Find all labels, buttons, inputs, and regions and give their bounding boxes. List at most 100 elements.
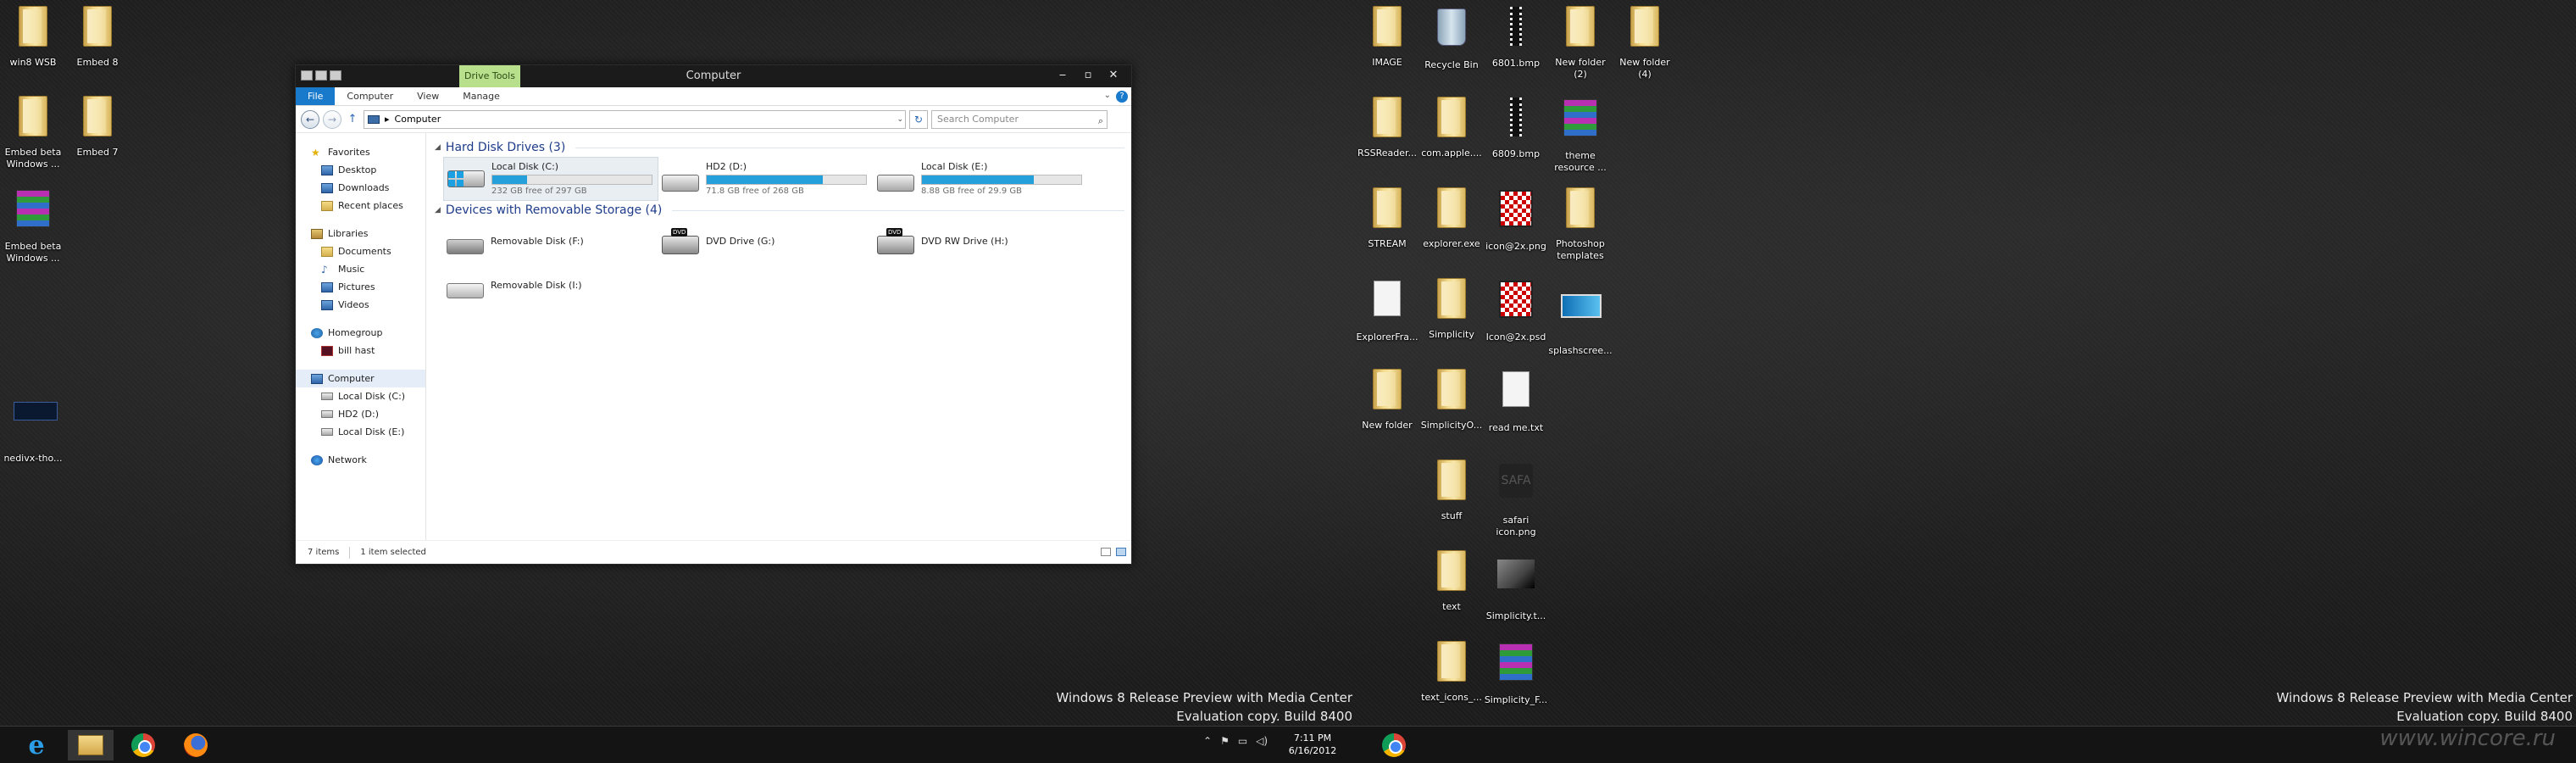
internet-explorer-taskbar-button[interactable]: e [14,730,59,760]
back-button[interactable]: ← [301,109,319,129]
address-dropdown-icon[interactable]: ⌄ [897,115,903,124]
desktop-icon-item[interactable]: Photoshop templates [1547,185,1613,262]
thumb-icon [1561,294,1602,340]
help-icon[interactable]: ? [1116,91,1128,103]
desktop-icon-item[interactable]: text [1418,548,1485,613]
nav-favorites[interactable]: ★ Favorites [296,143,425,161]
folder-icon [1432,459,1471,505]
close-button[interactable]: ✕ [1101,67,1126,84]
desktop-icon-item[interactable]: 6801.bmp [1483,3,1549,70]
desktop-icon-item[interactable]: text_icons_... [1418,638,1485,704]
tab-view[interactable]: View [405,87,451,105]
refresh-button[interactable]: ↻ [909,109,928,129]
expand-ribbon-icon[interactable]: ⌄ [1104,91,1111,103]
nav-network[interactable]: Network [296,451,425,469]
minimize-button[interactable]: ‒ [1050,67,1075,84]
desktop-icon-item[interactable]: stuff [1418,457,1485,522]
removable-group-header[interactable]: ◢ Devices with Removable Storage (4) [435,201,1124,220]
nav-downloads[interactable]: Downloads [296,179,425,197]
desktop-icon-item[interactable]: New folder (4) [1612,3,1678,81]
desktop-icon-item[interactable]: IMAGE [1354,3,1420,69]
forward-button[interactable]: → [323,109,341,129]
file-explorer-taskbar-button[interactable] [68,730,114,760]
nav-recent-places[interactable]: Recent places [296,197,425,214]
nav-pictures[interactable]: Pictures [296,278,425,296]
taskbar: e ⌃ ⚑ ▭ ◁) 7:11 PM 6/16/2012 www.wincore… [0,726,2576,763]
desktop-icon-item[interactable]: Simplicity.t... [1483,548,1549,622]
desktop-icon-item[interactable]: Embed beta Windows ... [0,185,66,265]
desktop-icon-item[interactable]: win8 WSB [0,3,66,69]
nav-videos[interactable]: Videos [296,296,425,314]
nav-homegroup[interactable]: Homegroup [296,324,425,342]
desktop-icon-item[interactable]: Embed beta Windows ... [0,93,66,170]
network-tray-icon[interactable]: ▭ [1238,735,1247,747]
maximize-button[interactable]: ▫ [1075,67,1101,84]
tab-file[interactable]: File [296,87,336,105]
nav-bill-hast[interactable]: bill hast [296,342,425,359]
collapse-arrow-icon[interactable]: ◢ [435,206,441,214]
drive-tile[interactable]: Local Disk (C:) 232 GB free of 297 GB [443,157,658,201]
desktop-icon-item[interactable]: New folder [1354,366,1420,432]
desktop-icon-item[interactable]: Embed 8 [64,3,130,69]
chrome-second-monitor-taskbar-button[interactable] [1371,730,1417,760]
removable-device-tile[interactable]: Removable Disk (F:) [443,220,658,264]
folder-icon [14,96,53,142]
desktop-icon-item[interactable]: Recycle Bin [1418,3,1485,71]
nav-music[interactable]: ♪ Music [296,260,425,278]
removable-device-tile[interactable]: Removable Disk (I:) [443,264,658,308]
search-icon[interactable]: ⌕ [1098,113,1103,130]
details-view-icon[interactable] [1101,548,1111,556]
show-hidden-icons-icon[interactable]: ⌃ [1203,735,1212,747]
clock[interactable]: 7:11 PM 6/16/2012 [1283,732,1342,757]
tiles-view-icon[interactable] [1116,548,1126,556]
title-bar[interactable]: Drive Tools Computer ‒ ▫ ✕ [296,65,1131,87]
desktop-icon-item[interactable]: SAFA safari icon.png [1483,457,1549,538]
nav-desktop[interactable]: Desktop [296,161,425,179]
desktop-icon-item[interactable]: Simplicity [1418,276,1485,341]
nav-hd2-d[interactable]: HD2 (D:) [296,405,425,423]
desktop-icon-item[interactable]: Icon@2x.psd [1483,276,1549,343]
desktop-icon-item[interactable]: read me.txt [1483,366,1549,434]
blackpic-icon [1496,281,1535,326]
desktop-icon-item[interactable]: icon@2x.png [1483,185,1549,253]
desktop-icon-item[interactable]: SimplicityO... [1418,366,1485,432]
desktop-icon-item[interactable]: com.apple.... [1418,94,1485,159]
removable-device-tile[interactable]: DVD DVD Drive (G:) [658,220,874,264]
volume-icon[interactable]: ◁) [1256,735,1268,747]
collapse-arrow-icon[interactable]: ◢ [435,143,441,152]
address-field[interactable]: ▸ Computer ⌄ [364,109,906,129]
up-button[interactable]: ↑ [345,113,360,125]
hard-disk-group-header[interactable]: ◢ Hard Disk Drives (3) [435,138,1124,157]
desktop-icon-item[interactable]: STREAM [1354,185,1420,250]
removable-device-tile[interactable]: DVD DVD RW Drive (H:) [874,220,1089,264]
breadcrumb-computer[interactable]: Computer [395,114,441,125]
desktop-icon-item[interactable]: RSSReader... [1354,94,1420,159]
hard-drive-icon [877,175,914,192]
desktop-icon-item[interactable]: New folder (2) [1547,3,1613,81]
desktop-icon-item[interactable]: splashscree... [1547,276,1613,357]
desktop-icon-label: Icon@2x.psd [1485,331,1546,343]
folder-icon [14,6,53,52]
nav-computer[interactable]: Computer [296,370,425,387]
desktop-icon-item[interactable]: Simplicity_F... [1483,638,1549,706]
firefox-taskbar-button[interactable] [173,730,219,760]
nav-libraries[interactable]: Libraries [296,225,425,242]
desktop-icon-item[interactable]: ExplorerFra... [1354,276,1420,343]
nav-documents[interactable]: Documents [296,242,425,260]
nav-local-disk-e[interactable]: Local Disk (E:) [296,423,425,441]
desktop-icon-item[interactable]: Embed 7 [64,93,130,159]
tab-computer[interactable]: Computer [335,87,405,105]
clock-time: 7:11 PM [1293,732,1332,744]
action-center-flag-icon[interactable]: ⚑ [1220,735,1230,747]
tab-manage[interactable]: Manage [451,87,512,105]
search-input[interactable]: Search Computer ⌕ [931,109,1108,130]
breadcrumb-separator-icon[interactable]: ▸ [385,114,390,125]
desktop-icon-item[interactable]: explorer.exe [1418,185,1485,250]
desktop-icon-item[interactable]: nedivx-tho... [0,382,66,465]
drive-tile[interactable]: Local Disk (E:) 8.88 GB free of 29.9 GB [874,157,1089,201]
desktop-icon-item[interactable]: theme resource ... [1547,94,1613,174]
desktop-icon-item[interactable]: 6809.bmp [1483,94,1549,160]
nav-local-disk-c[interactable]: Local Disk (C:) [296,387,425,405]
drive-tile[interactable]: HD2 (D:) 71.8 GB free of 268 GB [658,157,874,201]
chrome-taskbar-button[interactable] [120,730,166,760]
